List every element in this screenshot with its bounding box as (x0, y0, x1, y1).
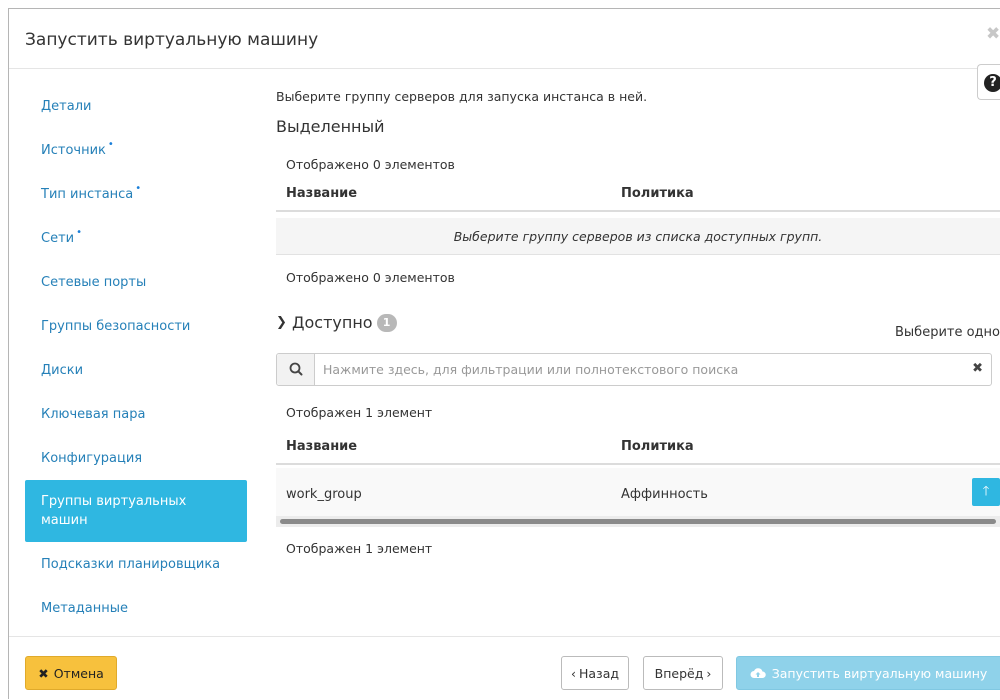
nav-item-key-pair[interactable]: Ключевая пара (25, 392, 247, 436)
available-title: Доступно (292, 313, 373, 332)
panel-description: Выберите группу серверов для запуска инс… (276, 89, 648, 104)
dialog-header: Запустить виртуальную машину ✖ (9, 9, 1000, 69)
allocate-button[interactable]: 🡑 (972, 478, 1000, 506)
search-icon (289, 362, 303, 376)
allocated-empty-row: Выберите группу серверов из списка досту… (276, 218, 1000, 255)
dialog-title: Запустить виртуальную машину (25, 30, 319, 50)
available-count-bottom: Отображен 1 элемент (286, 541, 433, 556)
available-count-badge: 1 (376, 313, 397, 332)
close-icon[interactable]: ✖ (986, 25, 1000, 43)
cloud-upload-icon (750, 668, 766, 678)
available-count-top: Отображен 1 элемент (286, 405, 433, 420)
table-row: work_group Аффинность 🡑 (276, 468, 1000, 520)
nav-item-metadata[interactable]: Метаданные (25, 586, 247, 630)
next-button[interactable]: Вперёд › (643, 656, 723, 690)
allocated-count-top: Отображено 0 элементов (286, 157, 455, 172)
required-marker: • (135, 182, 142, 194)
nav-item-scheduler-hints[interactable]: Подсказки планировщика (25, 542, 247, 586)
available-table-header: Название Политика (276, 429, 1000, 465)
nav-item-label: Группы виртуальных машин (41, 494, 187, 528)
row-name: work_group (286, 487, 362, 502)
nav-item-label: Подсказки планировщика (41, 556, 221, 572)
nav-item-label: Сетевые порты (41, 274, 147, 290)
nav-item-label: Источник (41, 142, 106, 158)
nav-item-label: Группы безопасности (41, 318, 191, 334)
back-label: Назад (578, 665, 619, 681)
cancel-button[interactable]: ✖ Отмена (25, 656, 117, 690)
nav-item-security-groups[interactable]: Группы безопасности (25, 304, 247, 348)
question-circle-icon: ? (984, 74, 1000, 92)
search-input[interactable] (321, 354, 941, 385)
nav-item-label: Тип инстанса (41, 186, 134, 202)
dialog-footer: ✖ Отмена ‹ Назад Вперёд › Запустить вирт… (9, 636, 1000, 700)
nav-item-label: Сети (41, 230, 75, 246)
search-addon (277, 354, 315, 385)
nav-item-disks[interactable]: Диски (25, 348, 247, 392)
select-one-hint: Выберите одно (895, 325, 1000, 340)
nav-item-networks[interactable]: Сети • (25, 216, 247, 260)
launch-instance-dialog: Запустить виртуальную машину ✖ ? Детали … (8, 8, 1000, 699)
chevron-right-icon: › (706, 665, 712, 681)
chevron-left-icon: ‹ (570, 665, 576, 681)
search-bar: ✖ (276, 353, 992, 386)
nav-item-configuration[interactable]: Конфигурация (25, 436, 247, 480)
clear-search-icon[interactable]: ✖ (972, 361, 983, 376)
back-button[interactable]: ‹ Назад (561, 656, 629, 690)
allocated-title: Выделенный (276, 117, 385, 136)
column-header-name: Название (286, 186, 358, 201)
column-header-policy: Политика (621, 186, 694, 201)
allocated-table-header: Название Политика (276, 176, 1000, 212)
nav-item-label: Метаданные (41, 600, 128, 616)
nav-item-server-groups[interactable]: Группы виртуальных машин (25, 480, 247, 542)
help-button[interactable]: ? (977, 64, 1000, 100)
nav-item-network-ports[interactable]: Сетевые порты (25, 260, 247, 304)
launch-label: Запустить виртуальную машину (771, 665, 988, 681)
available-toggle[interactable]: ❯ Доступно 1 (276, 313, 397, 332)
column-header-policy: Политика (621, 439, 694, 454)
nav-item-label: Детали (41, 98, 92, 114)
wizard-nav: Детали Источник • Тип инстанса • Сети • Сет… (25, 84, 247, 630)
nav-item-source[interactable]: Источник • (25, 128, 247, 172)
required-marker: • (107, 138, 114, 150)
close-icon: ✖ (38, 665, 49, 681)
chevron-down-icon: ❯ (276, 315, 287, 330)
nav-item-label: Конфигурация (41, 450, 143, 466)
scrollbar-thumb[interactable] (280, 519, 996, 524)
horizontal-scrollbar[interactable] (276, 516, 1000, 527)
next-label: Вперёд (654, 665, 704, 681)
nav-item-label: Ключевая пара (41, 406, 146, 422)
nav-item-details[interactable]: Детали (25, 84, 247, 128)
nav-item-flavor[interactable]: Тип инстанса • (25, 172, 247, 216)
row-policy: Аффинность (621, 487, 708, 502)
required-marker: • (76, 226, 83, 238)
arrow-up-icon: 🡑 (982, 484, 990, 499)
nav-item-label: Диски (41, 362, 84, 378)
allocated-count-bottom: Отображено 0 элементов (286, 270, 455, 285)
launch-instance-button[interactable]: Запустить виртуальную машину (736, 656, 1000, 690)
cancel-label: Отмена (53, 665, 104, 681)
column-header-name: Название (286, 439, 358, 454)
